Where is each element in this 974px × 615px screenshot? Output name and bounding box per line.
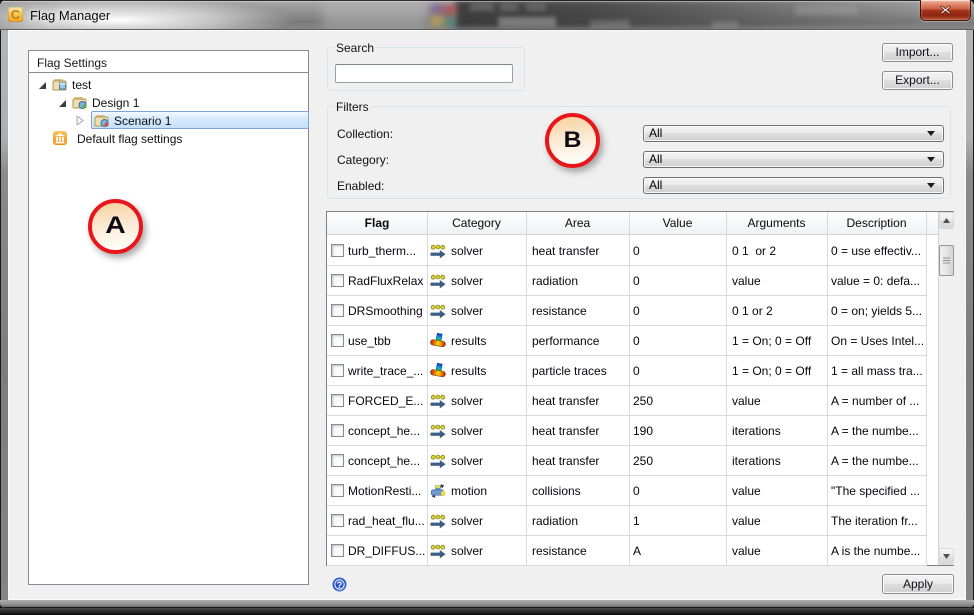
- svg-text:?: ?: [337, 580, 343, 590]
